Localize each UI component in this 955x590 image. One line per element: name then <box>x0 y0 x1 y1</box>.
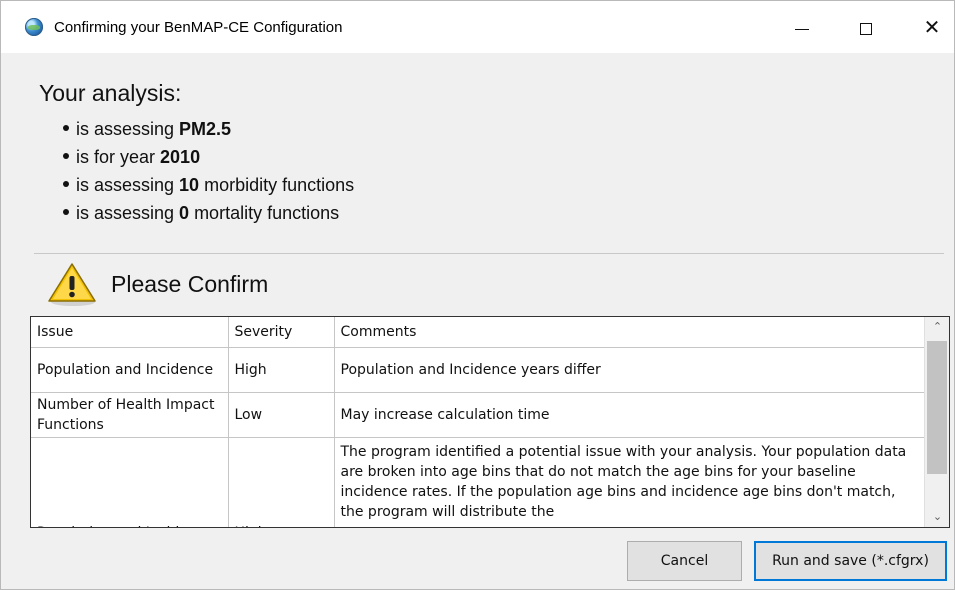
analysis-item-suffix: morbidity functions <box>199 175 355 195</box>
title-bar[interactable]: Confirming your BenMAP-CE Configuration … <box>1 1 954 53</box>
severity-cell: High <box>228 437 335 527</box>
column-header-issue[interactable]: Issue <box>31 317 229 348</box>
analysis-item-text: is assessing <box>76 119 180 139</box>
column-header-comments[interactable]: Comments <box>334 317 925 348</box>
window-title: Confirming your BenMAP-CE Configuration <box>54 19 343 36</box>
comments-cell: The program identified a potential issue… <box>334 437 925 527</box>
warning-icon <box>48 263 96 306</box>
table-row[interactable]: Population and Incidence High Population… <box>31 347 925 393</box>
close-icon: ✕ <box>923 17 941 39</box>
table-scrollbar[interactable]: ⌃ ⌄ <box>924 317 949 527</box>
analysis-item-morbidity: is assessing 10 morbidity functions <box>63 172 354 200</box>
bullet-icon <box>63 209 69 216</box>
dialog-window: Confirming your BenMAP-CE Configuration … <box>0 0 955 590</box>
confirm-title: Please Confirm <box>111 271 269 297</box>
maximize-icon <box>860 23 872 36</box>
minimize-button[interactable] <box>779 11 825 45</box>
analysis-summary-list: is assessing PM2.5 is for year 2010 is a… <box>63 116 354 228</box>
table-header-row: Issue Severity Comments <box>31 317 925 348</box>
dialog-content: Your analysis: is assessing PM2.5 is for… <box>1 53 954 589</box>
scroll-down-icon[interactable]: ⌄ <box>925 507 949 527</box>
analysis-item-value: 10 <box>179 175 200 195</box>
comments-cell: Population and Incidence years differ <box>334 347 925 393</box>
bullet-icon <box>63 181 69 188</box>
table-row[interactable]: Population and Incidence High The progra… <box>31 437 925 527</box>
analysis-heading: Your analysis: <box>39 80 182 106</box>
scroll-up-icon[interactable]: ⌃ <box>925 317 949 337</box>
minimize-icon <box>795 28 809 30</box>
analysis-item-text: is assessing <box>76 203 180 223</box>
maximize-button[interactable] <box>843 11 889 45</box>
analysis-item-pollutant: is assessing PM2.5 <box>63 116 354 144</box>
run-and-save-button[interactable]: Run and save (*.cfgrx) <box>754 541 947 581</box>
analysis-item-value: PM2.5 <box>179 119 232 139</box>
column-header-severity[interactable]: Severity <box>228 317 335 348</box>
severity-cell: Low <box>228 392 335 438</box>
bullet-icon <box>63 153 69 160</box>
analysis-item-value: 0 <box>179 203 190 223</box>
issue-cell: Number of Health Impact Functions <box>31 392 229 438</box>
analysis-item-year: is for year 2010 <box>63 144 354 172</box>
issue-cell: Population and Incidence <box>31 437 229 527</box>
close-button[interactable]: ✕ <box>909 11 955 45</box>
analysis-item-text: is for year <box>76 147 161 167</box>
analysis-item-mortality: is assessing 0 mortality functions <box>63 200 354 228</box>
table-row[interactable]: Number of Health Impact Functions Low Ma… <box>31 392 925 438</box>
severity-cell: High <box>228 347 335 393</box>
scrollbar-thumb[interactable] <box>927 341 947 474</box>
bullet-icon <box>63 125 69 132</box>
section-divider <box>34 253 944 254</box>
comments-cell: May increase calculation time <box>334 392 925 438</box>
issue-cell: Population and Incidence <box>31 347 229 393</box>
globe-icon <box>25 18 43 36</box>
analysis-item-suffix: mortality functions <box>189 203 340 223</box>
analysis-item-value: 2010 <box>160 147 201 167</box>
issues-table[interactable]: Issue Severity Comments Population and I… <box>30 316 950 528</box>
cancel-button[interactable]: Cancel <box>627 541 742 581</box>
analysis-item-text: is assessing <box>76 175 180 195</box>
issues-grid: Issue Severity Comments Population and I… <box>31 317 925 527</box>
